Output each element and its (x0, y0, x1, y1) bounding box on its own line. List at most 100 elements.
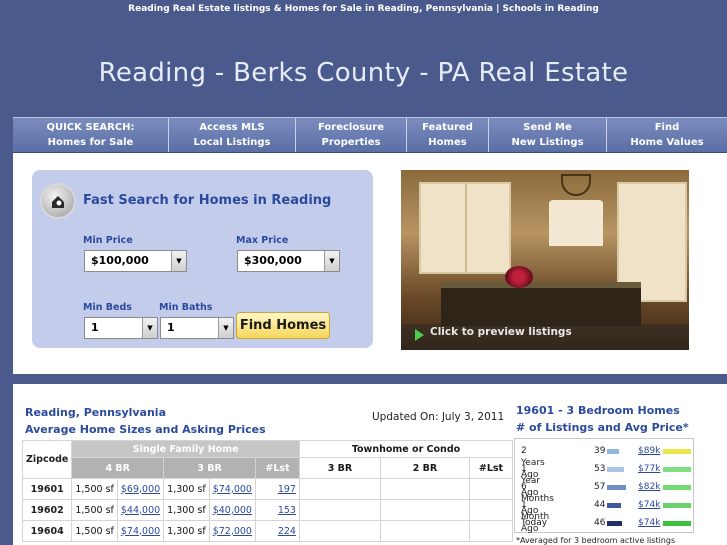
table-row: 19604 1,500 sf $74,000 1,300 sf $72,000 … (21, 520, 513, 542)
price-bar (663, 521, 691, 526)
listing-preview-photo[interactable]: Click to preview listings (401, 170, 689, 350)
kitchen-cabinet-graphic (419, 182, 511, 274)
find-homes-button[interactable]: Find Homes (236, 312, 330, 339)
min-beds-label: Min Beds (83, 302, 132, 313)
single-family-header: Single Family Home (71, 440, 300, 458)
table-row: 19601 1,500 sf $69,000 1,300 sf $74,000 … (21, 478, 513, 500)
nav-label-line2: Local Listings (193, 137, 271, 148)
count-bar (607, 467, 624, 472)
nav-access-mls[interactable]: Access MLS Local Listings (169, 118, 296, 152)
max-price-label: Max Price (236, 235, 289, 246)
nav-label-line1: Featured (422, 122, 473, 133)
range-hood-graphic (549, 200, 603, 246)
min-beds-select[interactable]: 1 ▼ (84, 317, 158, 339)
stat-count: 57 (594, 482, 606, 492)
preview-link[interactable]: Click to preview listings (430, 326, 572, 338)
min-beds-value: 1 (91, 321, 99, 334)
count-bar (607, 521, 622, 526)
col-lst: #Lst (254, 457, 300, 479)
play-icon (415, 329, 424, 341)
stat-count: 39 (594, 446, 606, 456)
size-cell: 1,300 sf (163, 478, 210, 500)
size-cell: 1,300 sf (163, 499, 210, 521)
empty-cell (379, 520, 470, 542)
listing-count-link[interactable]: 224 (278, 526, 296, 537)
empty-cell (468, 478, 513, 500)
col-th-2br: 2 BR (379, 457, 470, 479)
summary-subtitle: Average Home Sizes and Asking Prices (25, 423, 266, 436)
nav-label-line2: Properties (321, 137, 381, 148)
min-price-select[interactable]: $100,000 ▼ (84, 250, 187, 272)
size-cell: 1,500 sf (71, 478, 118, 500)
search-title: Fast Search for Homes in Reading (83, 193, 332, 208)
empty-cell (468, 499, 513, 521)
nav-featured-homes[interactable]: Featured Homes (407, 118, 489, 152)
price-link[interactable]: $74,000 (213, 484, 252, 495)
zip-cell: 19604 (21, 520, 73, 542)
min-baths-label: Min Baths (159, 302, 213, 313)
empty-cell (379, 478, 470, 500)
updated-date: Updated On: July 3, 2011 (372, 411, 505, 423)
size-cell: 1,300 sf (163, 520, 210, 542)
house-icon (52, 196, 64, 208)
location-title: Reading, Pennsylvania (25, 406, 167, 419)
col-th-lst: #Lst (468, 457, 513, 479)
listing-count-link[interactable]: 153 (278, 505, 296, 516)
stat-count: 46 (594, 518, 606, 528)
price-link[interactable]: $69,000 (121, 484, 160, 495)
empty-cell (298, 499, 381, 521)
size-cell: 1,500 sf (71, 520, 118, 542)
price-link[interactable]: $40,000 (213, 505, 252, 516)
price-link[interactable]: $74,000 (121, 526, 160, 537)
max-price-select[interactable]: $300,000 ▼ (237, 250, 340, 272)
stats-title: 19601 - 3 Bedroom Homes (516, 404, 680, 417)
nav-send-listings[interactable]: Send Me New Listings (489, 118, 607, 152)
price-link[interactable]: $72,000 (213, 526, 252, 537)
size-cell: 1,500 sf (71, 499, 118, 521)
empty-cell (298, 520, 381, 542)
min-baths-value: 1 (167, 321, 175, 334)
nav-foreclosure[interactable]: Foreclosure Properties (296, 118, 407, 152)
stats-heading: 19601 - 3 Bedroom Homes # of Listings an… (516, 402, 689, 436)
listing-count-link[interactable]: 197 (278, 484, 296, 495)
nav-quick-search[interactable]: QUICK SEARCH: Homes for Sale (13, 118, 169, 152)
avg-price-link[interactable]: $74k (638, 499, 660, 511)
stat-count: 44 (594, 500, 606, 510)
count-bar (607, 503, 621, 508)
count-bar (607, 449, 619, 454)
listing-stats-box: 2 Years Ago 39 $89k 1 Year Ago 53 $77k 6… (514, 438, 694, 534)
nav-label-line1: QUICK SEARCH: (46, 122, 135, 133)
min-baths-select[interactable]: 1 ▼ (160, 317, 234, 339)
flowers-graphic (505, 266, 533, 288)
price-link[interactable]: $44,000 (121, 505, 160, 516)
kitchen-island-graphic (441, 282, 641, 326)
price-bar (663, 467, 691, 472)
count-bar (607, 485, 626, 490)
chevron-down-icon: ▼ (171, 251, 186, 271)
price-table: Zipcode Single Family Home Townhome or C… (21, 440, 513, 542)
avg-price-link[interactable]: $89k (638, 445, 660, 457)
stats-footnote: *Averaged for 3 bedroom active listings (516, 536, 676, 545)
col-3br: 3 BR (163, 457, 256, 479)
col-4br: 4 BR (71, 457, 165, 479)
table-row: 19602 1,500 sf $44,000 1,300 sf $40,000 … (21, 499, 513, 521)
chevron-down-icon: ▼ (218, 318, 233, 338)
price-bar (663, 503, 691, 508)
zip-cell: 19601 (21, 478, 73, 500)
nav-label-line1: Send Me (523, 122, 572, 133)
empty-cell (379, 499, 470, 521)
avg-price-link[interactable]: $82k (638, 481, 660, 493)
chevron-down-icon: ▼ (142, 318, 157, 338)
house-search-icon (40, 183, 76, 219)
chevron-down-icon: ▼ (324, 251, 339, 271)
nav-label-line2: Home Values (630, 137, 704, 148)
nav-home-values[interactable]: Find Home Values (607, 118, 727, 152)
chandelier-graphic (561, 174, 591, 196)
avg-price-link[interactable]: $74k (638, 517, 660, 529)
avg-price-link[interactable]: $77k (638, 463, 660, 475)
empty-cell (298, 478, 381, 500)
nav-label-line1: Find (654, 122, 680, 133)
stat-period: Today (521, 518, 548, 528)
price-bar (663, 449, 691, 454)
summary-heading: Reading, Pennsylvania Average Home Sizes… (25, 404, 266, 438)
